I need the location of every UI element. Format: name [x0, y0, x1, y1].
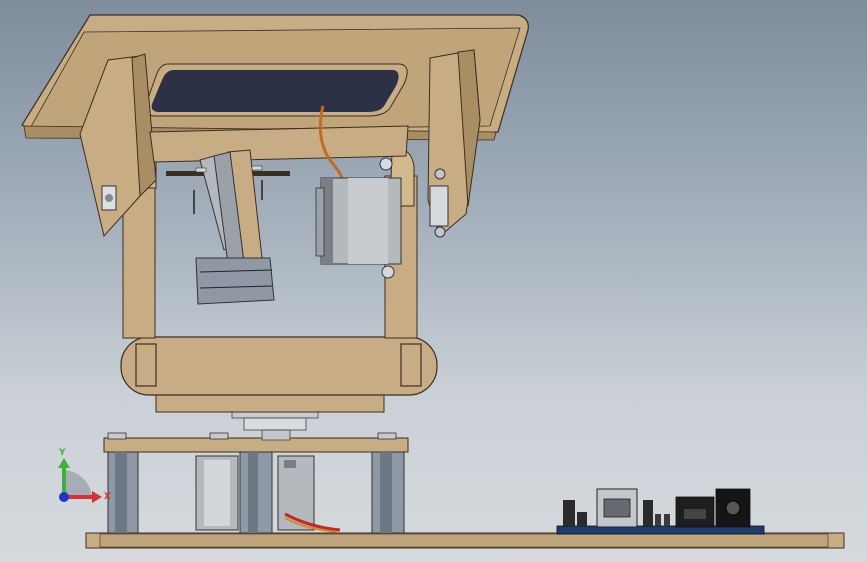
pan-tilt-assembly-drawing: Y X — [21, 14, 845, 549]
lower-frame — [103, 432, 409, 534]
pan-platform — [120, 336, 438, 396]
coordinate-triad: Y X — [58, 448, 111, 503]
cad-viewport[interactable]: Y X — [0, 0, 867, 562]
controller-board — [556, 488, 765, 535]
tilt-platform — [21, 14, 529, 238]
x-axis-label: X — [104, 492, 111, 502]
x-axis-arrowhead — [92, 491, 102, 503]
base-plate — [85, 532, 845, 549]
y-axis-label: Y — [58, 448, 66, 458]
pan-bearing — [155, 391, 385, 441]
y-axis-arrowhead — [58, 458, 70, 468]
z-axis-marker — [59, 492, 69, 502]
